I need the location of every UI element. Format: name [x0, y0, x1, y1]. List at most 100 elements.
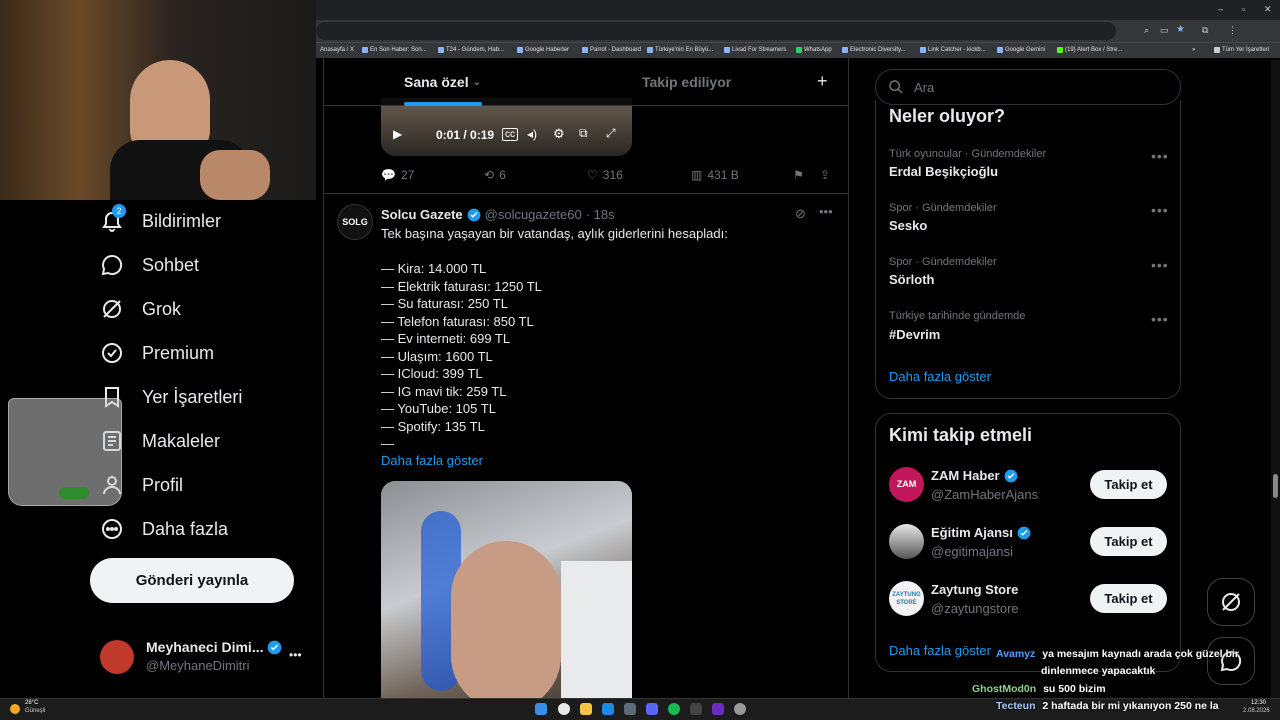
- maximize-icon[interactable]: ▫: [1242, 4, 1245, 14]
- trends-show-more-link[interactable]: Daha fazla göster: [889, 369, 991, 384]
- folder-icon[interactable]: [580, 703, 592, 715]
- address-input[interactable]: [316, 22, 1116, 40]
- suggestion-name-row[interactable]: ZAM Haber: [931, 468, 1018, 483]
- trend-item[interactable]: Sesko: [889, 218, 927, 233]
- extensions-icon[interactable]: ⧉: [1202, 25, 1208, 36]
- app-icon[interactable]: [734, 703, 746, 715]
- cast-icon[interactable]: ▭: [1160, 25, 1169, 36]
- suggestion-name[interactable]: Zaytung Store: [931, 582, 1018, 597]
- bookmark-item[interactable]: Link Catcher - kickb...: [920, 47, 986, 53]
- trend-item[interactable]: Erdal Beşikçioğlu: [889, 164, 998, 179]
- discord-icon[interactable]: [646, 703, 658, 715]
- scrollbar[interactable]: [1271, 60, 1280, 698]
- tweet-more-icon[interactable]: •••: [819, 204, 833, 219]
- bookmark-item[interactable]: Electronic Diversity...: [842, 47, 906, 53]
- nav-chat[interactable]: Sohbet: [100, 253, 199, 277]
- nav-label: Makaleler: [142, 430, 221, 451]
- bookmark-item[interactable]: Türkiye'nin En Büyü...: [647, 47, 713, 53]
- weather-icon[interactable]: [10, 704, 20, 714]
- follow-button[interactable]: Takip et: [1090, 527, 1167, 556]
- bookmark-item[interactable]: Anasayfa / X: [320, 47, 354, 53]
- tweet-author-handle[interactable]: @solcugazete60: [485, 207, 582, 222]
- bookmark-item[interactable]: (19) Alert Box / Stre...: [1057, 47, 1122, 53]
- bookmark-item[interactable]: T24 - Gündem, Hab...: [438, 47, 504, 53]
- bookmark-item[interactable]: WhatsApp: [796, 47, 832, 53]
- streamer-hand: [200, 150, 270, 200]
- tweet-media[interactable]: [381, 481, 632, 698]
- trend-more-icon[interactable]: •••: [1151, 202, 1169, 218]
- start-icon[interactable]: [535, 703, 547, 715]
- follow-show-more-link[interactable]: Daha fazla göster: [889, 643, 991, 658]
- suggestion-name-row[interactable]: Eğitim Ajansı: [931, 525, 1031, 540]
- bookmark-item[interactable]: Google Haberler: [517, 47, 569, 53]
- tab-following[interactable]: Takip ediliyor: [642, 74, 731, 90]
- avatar[interactable]: ZAM: [889, 467, 924, 502]
- bookmark-item[interactable]: En Son Haber: Son...: [362, 47, 427, 53]
- app-icon[interactable]: [690, 703, 702, 715]
- heart-icon: ♡: [587, 168, 598, 182]
- tweet-author-name[interactable]: Solcu Gazete: [381, 207, 463, 222]
- views-button[interactable]: ▥ 431 B: [691, 168, 739, 182]
- trend-more-icon[interactable]: •••: [1151, 257, 1169, 273]
- show-more-link[interactable]: Daha fazla göster: [381, 453, 483, 468]
- tweet-avatar[interactable]: SOLG: [337, 204, 373, 240]
- spotify-icon[interactable]: [668, 703, 680, 715]
- messages-float-button[interactable]: [1207, 637, 1255, 685]
- verified-badge-icon: [467, 208, 481, 222]
- app-icon[interactable]: [602, 703, 614, 715]
- chat-text: dinlenmece yapacaktık: [1041, 665, 1156, 677]
- repost-button[interactable]: ⟲ 6: [484, 168, 506, 182]
- bookmark-item[interactable]: Parrot - Dashboard: [582, 47, 641, 53]
- nav-premium[interactable]: Premium: [100, 341, 214, 365]
- trend-item[interactable]: Sörloth: [889, 272, 935, 287]
- follow-button[interactable]: Takip et: [1090, 470, 1167, 499]
- all-bookmarks[interactable]: Tüm Yer İşaretleri: [1214, 47, 1269, 53]
- clock-date: 2.08.2026: [1243, 708, 1270, 714]
- grok-icon[interactable]: ⊘: [795, 206, 806, 222]
- pip-icon[interactable]: ⧉: [579, 126, 588, 141]
- grok-float-button[interactable]: [1207, 578, 1255, 626]
- nav-notifications[interactable]: 2 Bildirimler: [100, 204, 221, 233]
- add-column-icon[interactable]: +: [817, 71, 828, 92]
- post-button[interactable]: Gönderi yayınla: [90, 558, 294, 603]
- follow-button[interactable]: Takip et: [1090, 584, 1167, 613]
- trend-more-icon[interactable]: •••: [1151, 148, 1169, 164]
- account-name-row[interactable]: Meyhaneci Dimi...: [146, 639, 282, 655]
- scrollbar-thumb[interactable]: [1273, 474, 1278, 498]
- chat-user: GhostMod0n: [972, 683, 1037, 695]
- reply-button[interactable]: 💬 27: [381, 168, 414, 182]
- bookmarks-overflow[interactable]: »: [1192, 47, 1195, 53]
- trend-category: Spor · Gündemdekiler: [889, 202, 997, 214]
- chrome-icon[interactable]: [558, 703, 570, 715]
- tweet-time[interactable]: · 18s: [586, 207, 615, 222]
- avatar[interactable]: [889, 524, 924, 559]
- avatar[interactable]: [100, 640, 134, 674]
- fullscreen-icon[interactable]: ⤢: [606, 126, 616, 141]
- zoom-icon[interactable]: ⌕: [1144, 25, 1149, 36]
- like-button[interactable]: ♡ 316: [587, 168, 623, 182]
- bookmark-item[interactable]: Google Gemini: [997, 47, 1045, 53]
- tab-for-you[interactable]: Sana özel ⌄: [404, 74, 481, 90]
- steam-icon[interactable]: [624, 703, 636, 715]
- avatar[interactable]: ZAYTUNG STORE: [889, 581, 924, 616]
- captions-icon[interactable]: cc: [502, 128, 518, 141]
- share-icon[interactable]: ⇪: [820, 168, 830, 182]
- star-icon[interactable]: ★: [1176, 24, 1185, 35]
- bookmark-item[interactable]: Livad For Streamers: [724, 47, 786, 53]
- menu-icon[interactable]: ⋮: [1228, 25, 1237, 36]
- bookmark-tweet-icon[interactable]: ⚑: [793, 168, 804, 182]
- video-player[interactable]: ▶ 0:01 / 0:19 cc ◂) ⚙ ⧉ ⤢: [381, 98, 632, 156]
- trend-item[interactable]: #Devrim: [889, 327, 940, 342]
- nav-more[interactable]: Daha fazla: [100, 517, 228, 541]
- suggestion-handle: @egitimajansi: [931, 544, 1013, 559]
- trend-more-icon[interactable]: •••: [1151, 311, 1169, 327]
- clock-time: 12:30: [1251, 700, 1267, 706]
- play-icon[interactable]: ▶: [393, 127, 402, 141]
- close-icon[interactable]: ✕: [1264, 4, 1272, 15]
- app-icon[interactable]: [712, 703, 724, 715]
- minimize-icon[interactable]: –: [1218, 4, 1223, 14]
- volume-icon[interactable]: ◂): [527, 127, 537, 141]
- account-more-icon[interactable]: •••: [289, 648, 302, 662]
- nav-grok[interactable]: Grok: [100, 297, 181, 321]
- settings-gear-icon[interactable]: ⚙: [553, 126, 565, 142]
